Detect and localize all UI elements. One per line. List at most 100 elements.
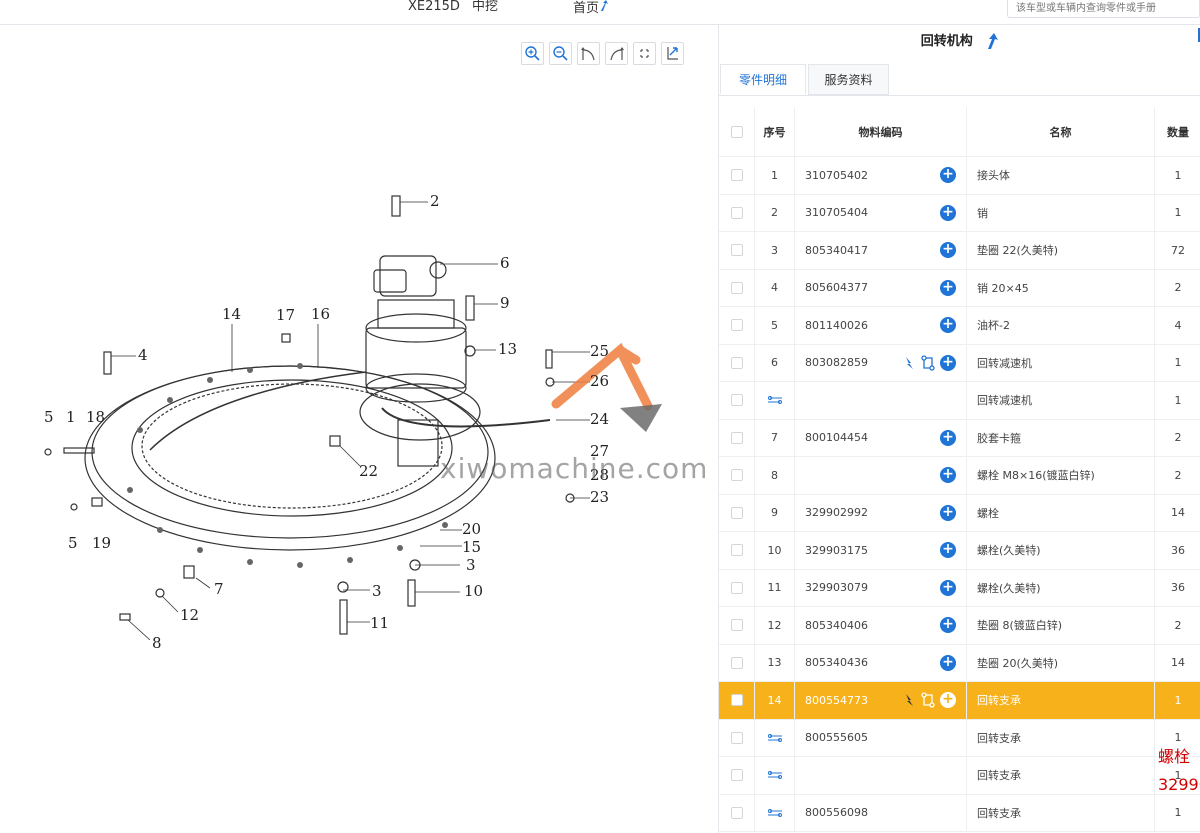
callout[interactable]: 18 — [86, 408, 105, 426]
sub-variant-icon[interactable] — [767, 733, 783, 742]
row-checkbox[interactable] — [730, 506, 743, 519]
table-row[interactable]: 13 805340436 + 垫圈 20(久美特) 14 — [719, 644, 1200, 682]
navigate-up-icon[interactable] — [985, 33, 999, 50]
callout[interactable]: 16 — [311, 305, 330, 323]
table-row[interactable]: 14 800554773 + 回转支承 1 — [719, 682, 1200, 720]
row-code-cell: 800556098 — [795, 794, 967, 831]
zoom-in-button[interactable] — [521, 42, 544, 65]
sub-variant-icon[interactable] — [767, 771, 783, 780]
plus-icon[interactable]: + — [940, 579, 956, 596]
callout[interactable]: 20 — [462, 520, 481, 538]
row-checkbox[interactable] — [730, 619, 743, 632]
table-row[interactable]: 3 805340417 + 垫圈 22(久美特) 72 — [719, 232, 1200, 270]
callout[interactable]: 9 — [500, 294, 510, 312]
plus-icon[interactable]: + — [940, 279, 956, 296]
callout[interactable]: 5 — [68, 534, 78, 552]
table-row[interactable]: 5 801140026 + 油杯-2 4 — [719, 307, 1200, 345]
callout[interactable]: 14 — [222, 305, 241, 323]
callout[interactable]: 26 — [590, 372, 609, 390]
tab-service-docs[interactable]: 服务资料 — [808, 64, 889, 95]
callout[interactable]: 10 — [464, 582, 483, 600]
plus-icon[interactable]: + — [940, 317, 956, 334]
callout[interactable]: 5 — [44, 408, 54, 426]
table-row[interactable]: 9 329902992 + 螺栓 14 — [719, 494, 1200, 532]
callout[interactable]: 7 — [214, 580, 224, 598]
expand-arrow-icon[interactable] — [904, 356, 916, 370]
row-checkbox[interactable] — [730, 394, 743, 407]
table-row[interactable]: 12 805340406 + 垫圈 8(镀蓝白锌) 2 — [719, 607, 1200, 645]
row-checkbox[interactable] — [730, 169, 743, 182]
callout[interactable]: 6 — [500, 254, 510, 272]
callout[interactable]: 12 — [180, 606, 199, 624]
table-row[interactable]: 2 310705404 + 销 1 — [719, 194, 1200, 232]
reset-view-button[interactable] — [661, 42, 684, 65]
callout[interactable]: 2 — [430, 192, 440, 210]
row-checkbox[interactable] — [730, 581, 743, 594]
callout[interactable]: 22 — [359, 462, 378, 480]
replace-icon[interactable] — [920, 692, 936, 708]
tab-parts-detail[interactable]: 零件明细 — [720, 64, 806, 95]
row-checkbox[interactable] — [730, 281, 743, 294]
zoom-out-button[interactable] — [549, 42, 572, 65]
table-row[interactable]: 1 310705402 + 接头体 1 — [719, 157, 1200, 195]
plus-icon[interactable]: + — [940, 542, 956, 559]
plus-icon[interactable]: + — [940, 467, 956, 484]
search-input[interactable] — [1007, 0, 1200, 18]
row-no: 8 — [755, 457, 795, 494]
select-all-checkbox[interactable] — [730, 125, 743, 138]
callout[interactable]: 11 — [370, 614, 389, 632]
callout[interactable]: 17 — [276, 306, 295, 324]
row-checkbox[interactable] — [730, 431, 743, 444]
callout[interactable]: 8 — [152, 634, 162, 652]
table-row[interactable]: 800555605 回转支承 1 — [719, 719, 1200, 757]
callout[interactable]: 13 — [498, 340, 517, 358]
plus-icon[interactable]: + — [940, 204, 956, 221]
callout[interactable]: 1 — [66, 408, 76, 426]
plus-icon[interactable]: + — [940, 429, 956, 446]
callout[interactable]: 3 — [466, 556, 476, 574]
callout[interactable]: 3 — [372, 582, 382, 600]
callout[interactable]: 19 — [92, 534, 111, 552]
plus-icon[interactable]: + — [940, 692, 956, 709]
row-checkbox[interactable] — [730, 244, 743, 257]
plus-icon[interactable]: + — [940, 504, 956, 521]
table-row[interactable]: 10 329903175 + 螺栓(久美特) 36 — [719, 532, 1200, 570]
table-row[interactable]: 回转减速机 1 — [719, 382, 1200, 420]
callout[interactable]: 4 — [138, 346, 148, 364]
row-checkbox[interactable] — [730, 319, 743, 332]
plus-icon[interactable]: + — [940, 654, 956, 671]
sub-variant-icon[interactable] — [767, 396, 783, 405]
row-checkbox[interactable] — [730, 806, 743, 819]
callout[interactable]: 15 — [462, 538, 481, 556]
plus-icon[interactable]: + — [940, 167, 956, 184]
plus-icon[interactable]: + — [940, 242, 956, 259]
table-row[interactable]: 6 803082859 + 回转减速机 1 — [719, 344, 1200, 382]
callout[interactable]: 23 — [590, 488, 609, 506]
fullscreen-button[interactable] — [633, 42, 656, 65]
rotate-right-button[interactable] — [605, 42, 628, 65]
table-row[interactable]: 4 805604377 + 销 20×45 2 — [719, 269, 1200, 307]
plus-icon[interactable]: + — [940, 617, 956, 634]
table-row[interactable]: 7 800104454 + 胶套卡箍 2 — [719, 419, 1200, 457]
table-row[interactable]: 800556098 回转支承 1 — [719, 794, 1200, 832]
row-checkbox[interactable] — [730, 731, 743, 744]
table-row[interactable]: 11 329903079 + 螺栓(久美特) 36 — [719, 569, 1200, 607]
parts-diagram[interactable]: 1 2 3 3 4 5 5 6 7 8 9 10 11 12 13 14 15 … — [0, 25, 718, 833]
sub-variant-icon[interactable] — [767, 808, 783, 817]
plus-icon[interactable]: + — [940, 354, 956, 371]
row-checkbox[interactable] — [730, 694, 743, 707]
callout[interactable]: 25 — [590, 342, 609, 360]
callout[interactable]: 24 — [590, 410, 609, 428]
table-row[interactable]: 8 + 螺栓 M8×16(镀蓝白锌) 2 — [719, 457, 1200, 495]
row-checkbox[interactable] — [730, 469, 743, 482]
rotate-left-button[interactable] — [577, 42, 600, 65]
expand-arrow-icon[interactable] — [904, 693, 916, 707]
replace-icon[interactable] — [920, 355, 936, 371]
row-checkbox[interactable] — [730, 656, 743, 669]
row-checkbox[interactable] — [730, 356, 743, 369]
row-checkbox[interactable] — [730, 206, 743, 219]
row-checkbox[interactable] — [730, 544, 743, 557]
row-checkbox[interactable] — [730, 769, 743, 782]
header-check-cell — [719, 107, 755, 156]
table-row[interactable]: 回转支承 1 — [719, 757, 1200, 795]
